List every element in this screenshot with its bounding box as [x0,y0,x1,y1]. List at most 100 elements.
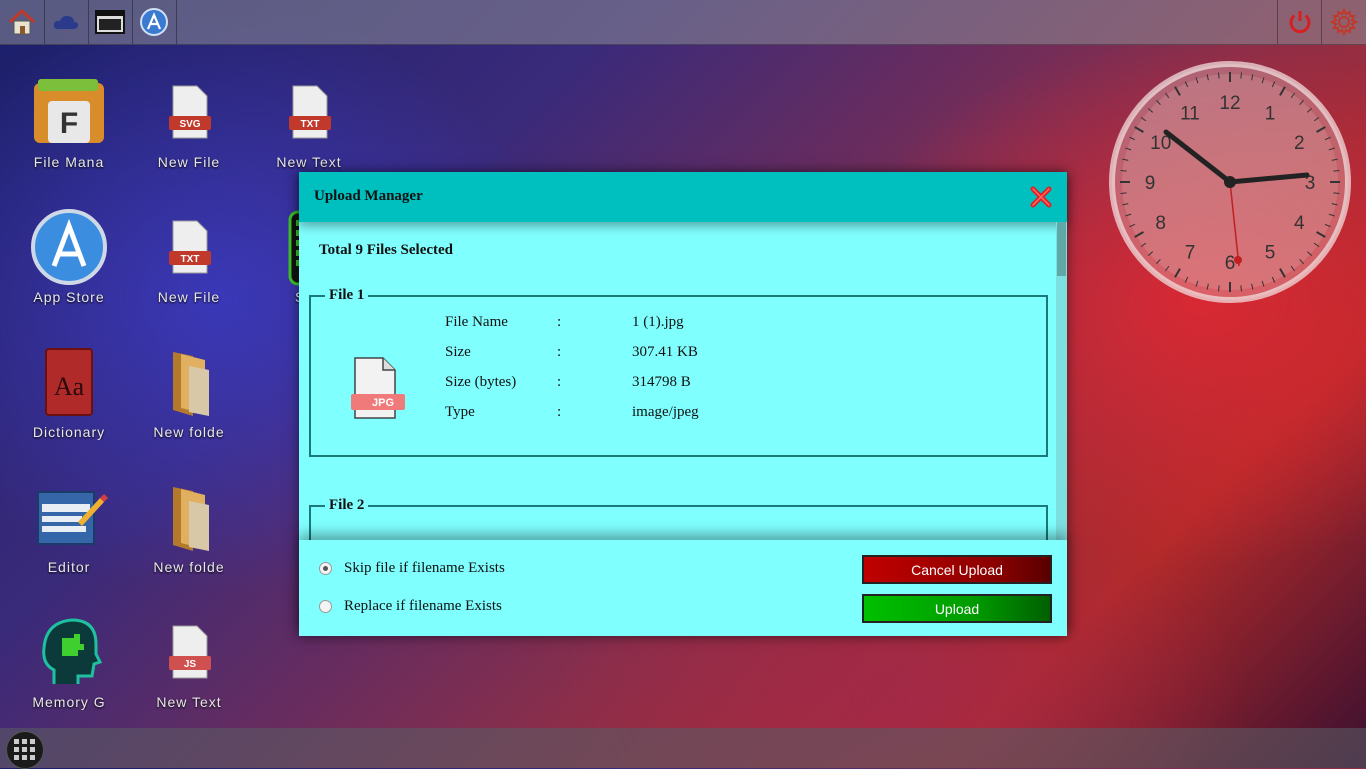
dialog-header: Upload Manager [299,172,1067,222]
editor-icon [29,477,109,557]
clock-number: 12 [1219,93,1240,114]
vertical-scrollbar[interactable] [1056,222,1067,540]
desktop-icon-new-folder[interactable]: New folde [134,477,244,597]
file-manager-icon: F [29,72,109,152]
folder-icon [149,477,229,557]
home-icon[interactable] [0,0,45,44]
js-file-icon: JS [149,612,229,692]
svg-text:JPG: JPG [372,397,394,409]
desktop-icon-label: Dictionary [32,424,106,440]
desktop-icon-label: Memory G [32,694,106,710]
cloud-icon[interactable] [44,0,89,44]
cancel-upload-button[interactable]: Cancel Upload [862,555,1052,584]
detail-separator: : [557,404,562,420]
file-2-panel: File 2 [309,497,1048,540]
clock-tick [1333,170,1340,172]
settings-gear-icon[interactable] [1321,0,1366,44]
desktop-icon-dictionary[interactable]: Aa Dictionary [14,342,124,462]
desktop-icon-label: App Store [33,289,105,305]
clock-number: 1 [1265,104,1276,125]
desktop-icon-label: File Mana [33,154,105,170]
file-1-panel: File 1 JPG File Name : 1 (1).jpg Size : [309,287,1048,457]
file-legend: File 1 [329,287,365,303]
clock-number: 11 [1180,104,1200,125]
skip-existing-radio[interactable] [319,562,332,575]
desktop-icon-label: Editor [47,559,91,575]
detail-value: image/jpeg [632,404,699,420]
desktop-icon-label: New folde [153,424,225,440]
desktop-icon-new-folder[interactable]: New folde [134,342,244,462]
clock-tick [1240,285,1242,292]
clock-tick [1240,72,1242,79]
detail-separator: : [557,314,562,330]
skip-existing-option[interactable]: Skip file if filename Exists [319,560,505,577]
detail-key: File Name [445,314,508,330]
clock-number: 9 [1145,173,1156,194]
app-launcher-grid-icon[interactable] [6,731,44,769]
dialog-footer: Skip file if filename Exists Replace if … [299,540,1067,636]
detail-value: 307.41 KB [632,344,698,360]
clock-tick [1120,170,1127,172]
desktop-icon-new-text-js[interactable]: JS New Text [134,612,244,732]
svg-text:Aa: Aa [54,372,85,401]
close-icon[interactable] [1030,186,1052,208]
desktop-icon-new-file-svg[interactable]: SVG New File [134,72,244,192]
detail-separator: : [557,374,562,390]
desktop-icon-memory-game[interactable]: Memory G [14,612,124,732]
option-label: Skip file if filename Exists [344,560,505,576]
clock-number: 6 [1225,253,1236,274]
desktop-icon-label: New File [157,154,221,170]
memory-game-icon [29,612,109,692]
desktop-icon-label: New File [157,289,221,305]
replace-existing-radio[interactable] [319,600,332,613]
app-store-icon [29,207,109,287]
desktop-icon-label: New folde [153,559,225,575]
txt-file-icon: TXT [269,72,349,152]
terminal-window-icon[interactable] [88,0,133,44]
detail-value: 1 (1).jpg [632,314,684,330]
replace-existing-option[interactable]: Replace if filename Exists [319,598,502,615]
detail-key: Size (bytes) [445,374,517,390]
txt-file-icon: TXT [149,207,229,287]
files-selected-summary: Total 9 Files Selected [319,242,454,258]
svg-text:F: F [60,107,78,140]
desktop-icon-label: New Text [156,694,222,710]
clock-number: 8 [1155,213,1166,234]
clock-number: 5 [1265,242,1276,263]
file-list-scroll-area[interactable]: Total 9 Files Selected File 1 JPG File N… [299,222,1067,540]
clock-tick [1333,192,1340,194]
clock-tick [1218,72,1220,79]
dialog-title: Upload Manager [314,188,423,204]
clock-number: 7 [1185,242,1196,263]
desktop-icon-new-file-txt[interactable]: TXT New File [134,207,244,327]
power-icon[interactable] [1277,0,1322,44]
option-label: Replace if filename Exists [344,598,502,614]
upload-button[interactable]: Upload [862,594,1052,623]
clock-tick [1218,285,1220,292]
detail-separator: : [557,344,562,360]
clock-tick [1120,192,1127,194]
clock-number: 2 [1294,133,1305,154]
detail-key: Type [445,404,475,420]
desktop-icon-file-manager[interactable]: F File Mana [14,72,124,192]
upload-manager-dialog: Upload Manager Total 9 Files Selected Fi… [299,172,1067,636]
desktop-icon-label: New Text [276,154,342,170]
app-store-taskbar-icon[interactable] [132,0,177,44]
svg-file-icon: SVG [149,72,229,152]
clock-number: 4 [1294,213,1305,234]
svg-text:TXT: TXT [301,119,320,130]
svg-text:JS: JS [184,659,197,670]
dictionary-icon: Aa [29,342,109,422]
top-taskbar [0,0,1366,45]
scrollbar-thumb[interactable] [1057,222,1066,276]
file-legend: File 2 [329,497,365,513]
svg-text:TXT: TXT [181,254,200,265]
detail-key: Size [445,344,471,360]
jpg-file-icon: JPG [349,354,407,424]
svg-text:SVG: SVG [179,119,200,130]
desktop-icon-editor[interactable]: Editor [14,477,124,597]
desktop-icon-app-store[interactable]: App Store [14,207,124,327]
analog-clock-widget: 12 1 2 3 4 5 6 7 8 9 10 11 [1108,60,1352,304]
folder-icon [149,342,229,422]
detail-value: 314798 B [632,374,691,390]
